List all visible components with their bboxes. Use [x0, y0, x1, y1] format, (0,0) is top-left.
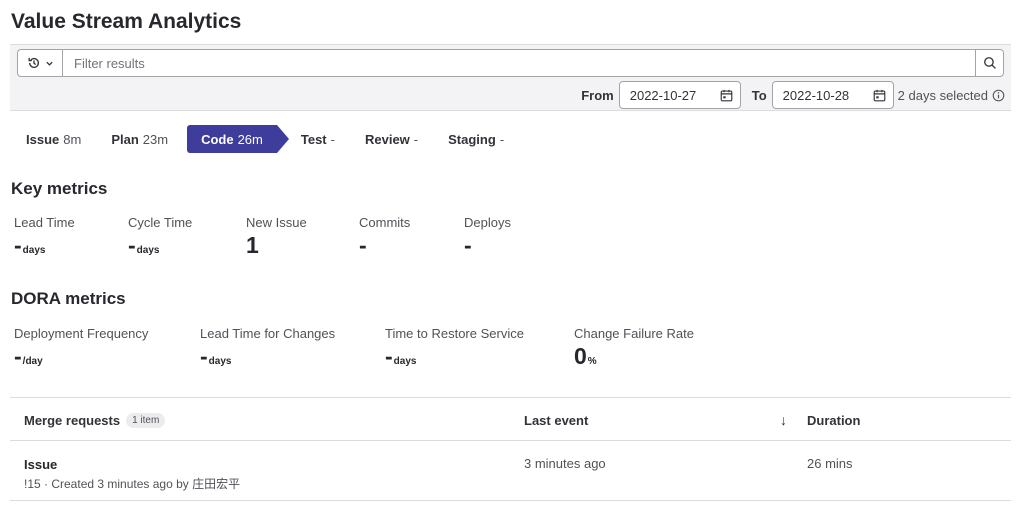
stage-value: 26m — [237, 131, 263, 147]
metric-time-to-restore[interactable]: Time to Restore Service - days — [385, 326, 524, 368]
days-selected: 2 days selected — [898, 88, 1005, 103]
metric-value: - — [464, 232, 472, 258]
metric-label: Lead Time for Changes — [200, 326, 336, 341]
stage-value: 8m — [63, 131, 82, 147]
col-duration-label: Duration — [807, 412, 861, 428]
to-label: To — [751, 87, 767, 103]
metric-unit: days — [393, 356, 417, 367]
stage-test[interactable]: Test - — [295, 125, 350, 153]
col-last-event[interactable]: Last event — [524, 398, 588, 442]
metric-label: Commits — [359, 215, 411, 230]
search-icon — [983, 57, 996, 69]
info-icon[interactable] — [992, 89, 1005, 102]
from-date-value: 2022-10-27 — [629, 87, 697, 103]
days-selected-text: 2 days selected — [897, 87, 988, 103]
metric-label: Lead Time — [14, 215, 75, 230]
stage-plan[interactable]: Plan 23m — [96, 125, 183, 153]
metric-deploys[interactable]: Deploys - — [464, 215, 511, 257]
metric-lead-time-for-changes[interactable]: Lead Time for Changes - days — [200, 326, 335, 368]
metric-value: - — [128, 232, 136, 258]
metric-label: Time to Restore Service — [385, 326, 524, 341]
row-subtitle: !15 · Created 3 minutes ago by 庄田宏平 — [24, 477, 241, 491]
filter-panel: From 2022-10-27 To 2022-10-28 2 days sel… — [10, 44, 1011, 111]
stage-name: Staging — [448, 131, 496, 147]
row-duration: 26 mins — [807, 456, 853, 471]
stage-name: Code — [201, 131, 234, 147]
row-title[interactable]: Issue — [24, 457, 240, 472]
stage-issue[interactable]: Issue 8m — [11, 125, 96, 153]
metric-value: - — [14, 232, 22, 258]
metric-value: - — [14, 343, 22, 369]
table-header: Merge requests 1 item Last event ↓ Durat… — [10, 397, 1011, 441]
metric-cycle-time[interactable]: Cycle Time - days — [128, 215, 192, 257]
stage-name: Review — [364, 131, 410, 147]
col-duration[interactable]: Duration — [807, 398, 860, 442]
stage-code[interactable]: Code 26m — [187, 125, 289, 153]
metric-unit: % — [587, 356, 597, 367]
stage-value: - — [413, 131, 419, 147]
stage-value: - — [330, 131, 335, 147]
metric-label: Deployment Frequency — [14, 326, 149, 341]
metric-commits[interactable]: Commits - — [359, 215, 410, 257]
count-badge: 1 item — [126, 412, 166, 428]
dora-metrics-title: DORA metrics — [11, 289, 126, 308]
stage-staging[interactable]: Staging - — [433, 125, 519, 153]
to-date-picker[interactable]: 2022-10-28 — [771, 81, 894, 109]
col-merge-requests: Merge requests 1 item — [24, 398, 166, 442]
recent-searches-button[interactable] — [18, 50, 63, 76]
metric-deployment-frequency[interactable]: Deployment Frequency -/day — [14, 326, 148, 368]
metric-unit: days — [208, 356, 232, 367]
metric-label: Deploys — [464, 215, 511, 230]
page-title: Value Stream Analytics — [11, 10, 242, 33]
stage-value: 23m — [142, 131, 169, 147]
sort-arrow-icon[interactable]: ↓ — [780, 398, 787, 442]
stage-navigation: Issue 8m Plan 23m Code 26m Test - Review… — [11, 125, 519, 153]
calendar-icon — [873, 89, 886, 101]
metric-value: - — [200, 343, 208, 369]
merge-requests-table: Merge requests 1 item Last event ↓ Durat… — [10, 397, 1011, 501]
col-last-event-label: Last event — [524, 412, 589, 428]
metric-label: Change Failure Rate — [574, 326, 694, 341]
sort-arrow-glyph: ↓ — [780, 412, 787, 428]
metric-label: Cycle Time — [128, 215, 193, 230]
stage-review[interactable]: Review - — [350, 125, 433, 153]
filter-bar — [17, 49, 1004, 77]
metric-unit: /day — [22, 356, 43, 367]
metric-value: - — [359, 232, 367, 258]
stage-name: Plan — [111, 131, 139, 147]
row-last-event: 3 minutes ago — [524, 456, 606, 471]
stage-value: - — [499, 131, 505, 147]
metric-value: - — [385, 343, 393, 369]
from-date-picker[interactable]: 2022-10-27 — [618, 81, 741, 109]
to-date-value: 2022-10-28 — [782, 87, 850, 103]
stage-name: Issue — [26, 131, 60, 147]
metric-label: New Issue — [246, 215, 307, 230]
metric-lead-time[interactable]: Lead Time - days — [14, 215, 75, 257]
calendar-icon — [720, 89, 733, 101]
metric-value: 0 — [574, 343, 587, 369]
metric-unit: days — [136, 245, 160, 256]
chevron-down-icon — [45, 61, 53, 66]
row-item: Issue !15 · Created 3 minutes ago by 庄田宏… — [24, 457, 240, 492]
date-range: From 2022-10-27 To 2022-10-28 2 days sel… — [581, 81, 1005, 109]
from-label: From — [581, 87, 614, 103]
search-button[interactable] — [975, 50, 1003, 76]
table-row[interactable]: Issue !15 · Created 3 minutes ago by 庄田宏… — [10, 441, 1011, 501]
key-metrics-title: Key metrics — [11, 179, 108, 198]
stage-name: Test — [300, 131, 327, 147]
metric-change-failure-rate[interactable]: Change Failure Rate 0% — [574, 326, 694, 368]
metric-new-issue[interactable]: New Issue 1 — [246, 215, 307, 257]
history-icon — [28, 57, 39, 68]
metric-value: 1 — [246, 232, 259, 258]
metric-unit: days — [22, 245, 46, 256]
filter-input[interactable] — [64, 50, 976, 76]
col-merge-requests-label: Merge requests — [24, 412, 121, 428]
